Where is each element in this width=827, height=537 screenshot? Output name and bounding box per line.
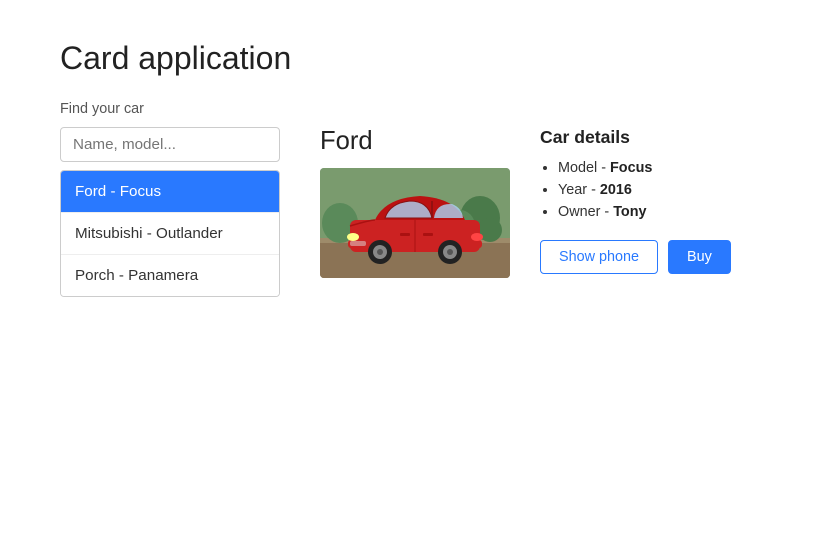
show-phone-button[interactable]: Show phone (540, 240, 658, 274)
car-details-list: Model - Focus Year - 2016 Owner - Tony (540, 160, 731, 220)
detail-owner-value: Tony (613, 204, 646, 220)
detail-year-value: 2016 (600, 182, 632, 198)
find-label: Find your car (60, 101, 767, 117)
search-input[interactable] (60, 127, 280, 162)
car-image (320, 168, 510, 278)
car-list: Ford - Focus Mitsubishi - Outlander Porc… (60, 170, 280, 297)
detail-year-label: Year (558, 182, 587, 198)
detail-model-value: Focus (610, 160, 652, 176)
main-layout: Ford - Focus Mitsubishi - Outlander Porc… (60, 127, 767, 297)
detail-model-label: Model (558, 160, 597, 176)
page-title: Card application (60, 40, 767, 77)
detail-owner-label: Owner (558, 204, 600, 220)
buy-button[interactable]: Buy (668, 240, 731, 274)
action-buttons: Show phone Buy (540, 240, 731, 274)
car-list-item-porch-panamera[interactable]: Porch - Panamera (61, 255, 279, 296)
car-display: Ford (320, 127, 510, 278)
car-details-section: Car details Model - Focus Year - 2016 Ow… (540, 127, 731, 274)
detail-year-sep: - (591, 182, 600, 198)
detail-owner-sep: - (604, 204, 613, 220)
left-panel: Ford - Focus Mitsubishi - Outlander Porc… (60, 127, 280, 297)
car-list-item-ford-focus[interactable]: Ford - Focus (61, 171, 279, 213)
detail-model-sep: - (601, 160, 610, 176)
right-panel: Ford (320, 127, 731, 278)
car-brand-title: Ford (320, 127, 510, 156)
car-list-item-mitsubishi-outlander[interactable]: Mitsubishi - Outlander (61, 213, 279, 255)
detail-model: Model - Focus (558, 160, 731, 176)
detail-owner: Owner - Tony (558, 204, 731, 220)
detail-year: Year - 2016 (558, 182, 731, 198)
car-details-title: Car details (540, 127, 731, 148)
